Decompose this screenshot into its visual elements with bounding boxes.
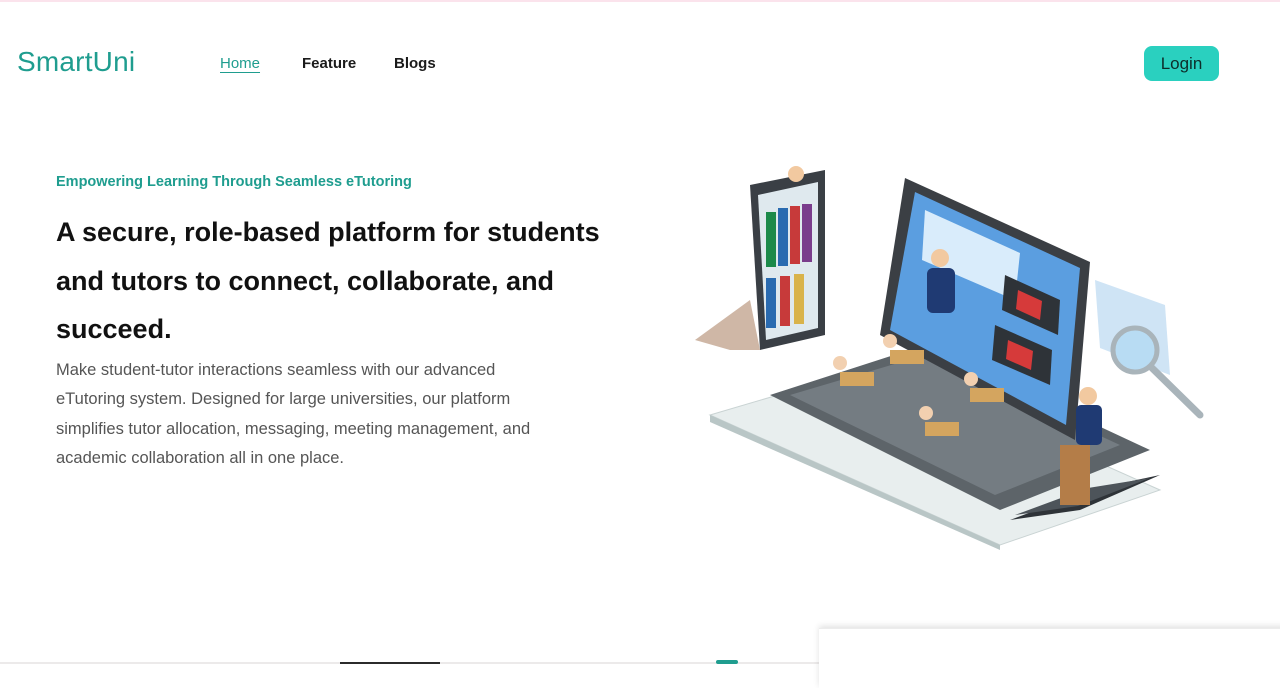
hero-headline: A secure, role-based platform for studen… (56, 217, 600, 344)
main-nav: Home Feature Blogs (220, 55, 436, 72)
teacher-figure (931, 249, 949, 267)
bottom-card (819, 628, 1280, 688)
brand-logo[interactable]: SmartUni (17, 46, 135, 78)
hero-tagline: Empowering Learning Through Seamless eTu… (56, 174, 412, 190)
nav-feature[interactable]: Feature (302, 55, 394, 72)
nav-home[interactable]: Home (220, 55, 302, 72)
nav-blogs[interactable]: Blogs (394, 55, 436, 72)
magnifier-icon (1095, 280, 1204, 419)
etutoring-illustration (695, 166, 1204, 550)
navbar: SmartUni Home Feature Blogs Login (0, 0, 1280, 130)
bottom-divider (0, 662, 820, 664)
shadow-shape (695, 300, 760, 350)
login-button[interactable]: Login (1144, 46, 1219, 81)
hero-description: Make student-tutor interactions seamless… (56, 360, 531, 468)
bottom-accent (716, 660, 738, 664)
hero-section: Empowering Learning Through Seamless eTu… (56, 174, 616, 474)
phone-bookshelf (750, 166, 825, 350)
